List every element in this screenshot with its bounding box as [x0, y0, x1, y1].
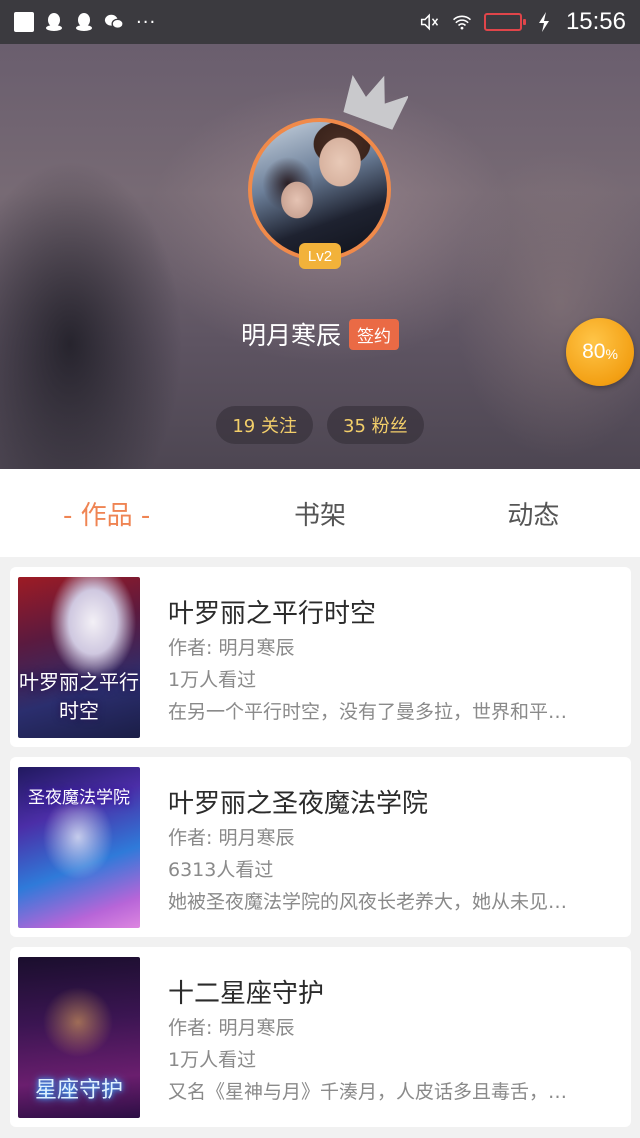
book-title: 十二星座守护	[168, 979, 325, 1009]
book-cover: 叶罗丽之平行时空	[18, 577, 140, 738]
avatar[interactable]	[248, 118, 391, 261]
book-title: 叶罗丽之圣夜魔法学院	[168, 789, 429, 819]
tab-works[interactable]: - 作品 -	[0, 469, 213, 557]
qq-icon	[74, 12, 94, 32]
book-views: 1万人看过	[168, 669, 257, 691]
book-card[interactable]: 叶罗丽之平行时空 叶罗丽之平行时空 作者: 明月寒辰 1万人看过 在另一个平行时…	[10, 567, 631, 747]
username: 明月寒辰	[240, 321, 341, 350]
book-cover-text: 星座守护	[34, 1078, 123, 1103]
book-card[interactable]: 星座守护 十二星座守护 作者: 明月寒辰 1万人看过 又名《星神与月》千湊月，人…	[10, 947, 631, 1127]
more-notifications-icon: ···	[136, 11, 157, 33]
clock: 15:56	[565, 8, 626, 35]
status-bar-notifications: ···	[14, 12, 156, 33]
book-list: 叶罗丽之平行时空 叶罗丽之平行时空 作者: 明月寒辰 1万人看过 在另一个平行时…	[10, 567, 631, 1137]
progress-unit: %	[605, 346, 618, 362]
profile-header: Lv2 明月寒辰 签约 80% 19 关注 35 粉丝	[0, 44, 640, 469]
status-bar: ··· 15:56	[0, 0, 640, 44]
status-bar-system: 15:56	[420, 8, 626, 36]
book-summary: 她被圣夜魔法学院的风夜长老养大，她从未见…	[168, 891, 568, 913]
book-author: 作者: 明月寒辰	[168, 1017, 295, 1039]
progress-circle[interactable]: 80%	[566, 318, 634, 386]
book-author: 作者: 明月寒辰	[168, 827, 295, 849]
tab-activity[interactable]: 动态	[427, 469, 640, 557]
signed-author-badge: 签约	[349, 318, 399, 350]
profile-tabs: - 作品 - 书架 动态	[0, 469, 640, 557]
battery-low-icon	[483, 13, 526, 31]
follow-stats: 19 关注 35 粉丝	[0, 406, 640, 444]
name-row: 明月寒辰 签约	[0, 316, 640, 352]
book-summary: 又名《星神与月》千湊月，人皮话多且毒舌，…	[168, 1081, 568, 1103]
level-badge: Lv2	[299, 243, 341, 269]
book-views: 6313人看过	[168, 859, 274, 881]
book-cover-text: 叶罗丽之平行时空	[19, 670, 139, 723]
fans-button[interactable]: 35 粉丝	[327, 406, 424, 444]
wifi-icon	[452, 12, 472, 32]
qq-icon	[44, 12, 64, 32]
book-summary: 在另一个平行时空，没有了曼多拉，世界和平…	[168, 701, 568, 723]
book-title: 叶罗丽之平行时空	[168, 599, 377, 629]
book-card[interactable]: 圣夜魔法学院 叶罗丽之圣夜魔法学院 作者: 明月寒辰 6313人看过 她被圣夜魔…	[10, 757, 631, 937]
charging-icon	[534, 12, 554, 32]
book-cover: 圣夜魔法学院	[18, 767, 140, 928]
book-cover-text: 圣夜魔法学院	[28, 788, 130, 808]
book-views: 1万人看过	[168, 1049, 257, 1071]
following-button[interactable]: 19 关注	[216, 406, 313, 444]
tab-bookshelf[interactable]: 书架	[213, 469, 426, 557]
notification-square-icon	[14, 12, 34, 32]
mute-icon	[420, 12, 440, 32]
progress-value: 80	[582, 340, 606, 363]
book-cover: 星座守护	[18, 957, 140, 1118]
wechat-icon	[104, 12, 124, 32]
book-author: 作者: 明月寒辰	[168, 637, 295, 659]
